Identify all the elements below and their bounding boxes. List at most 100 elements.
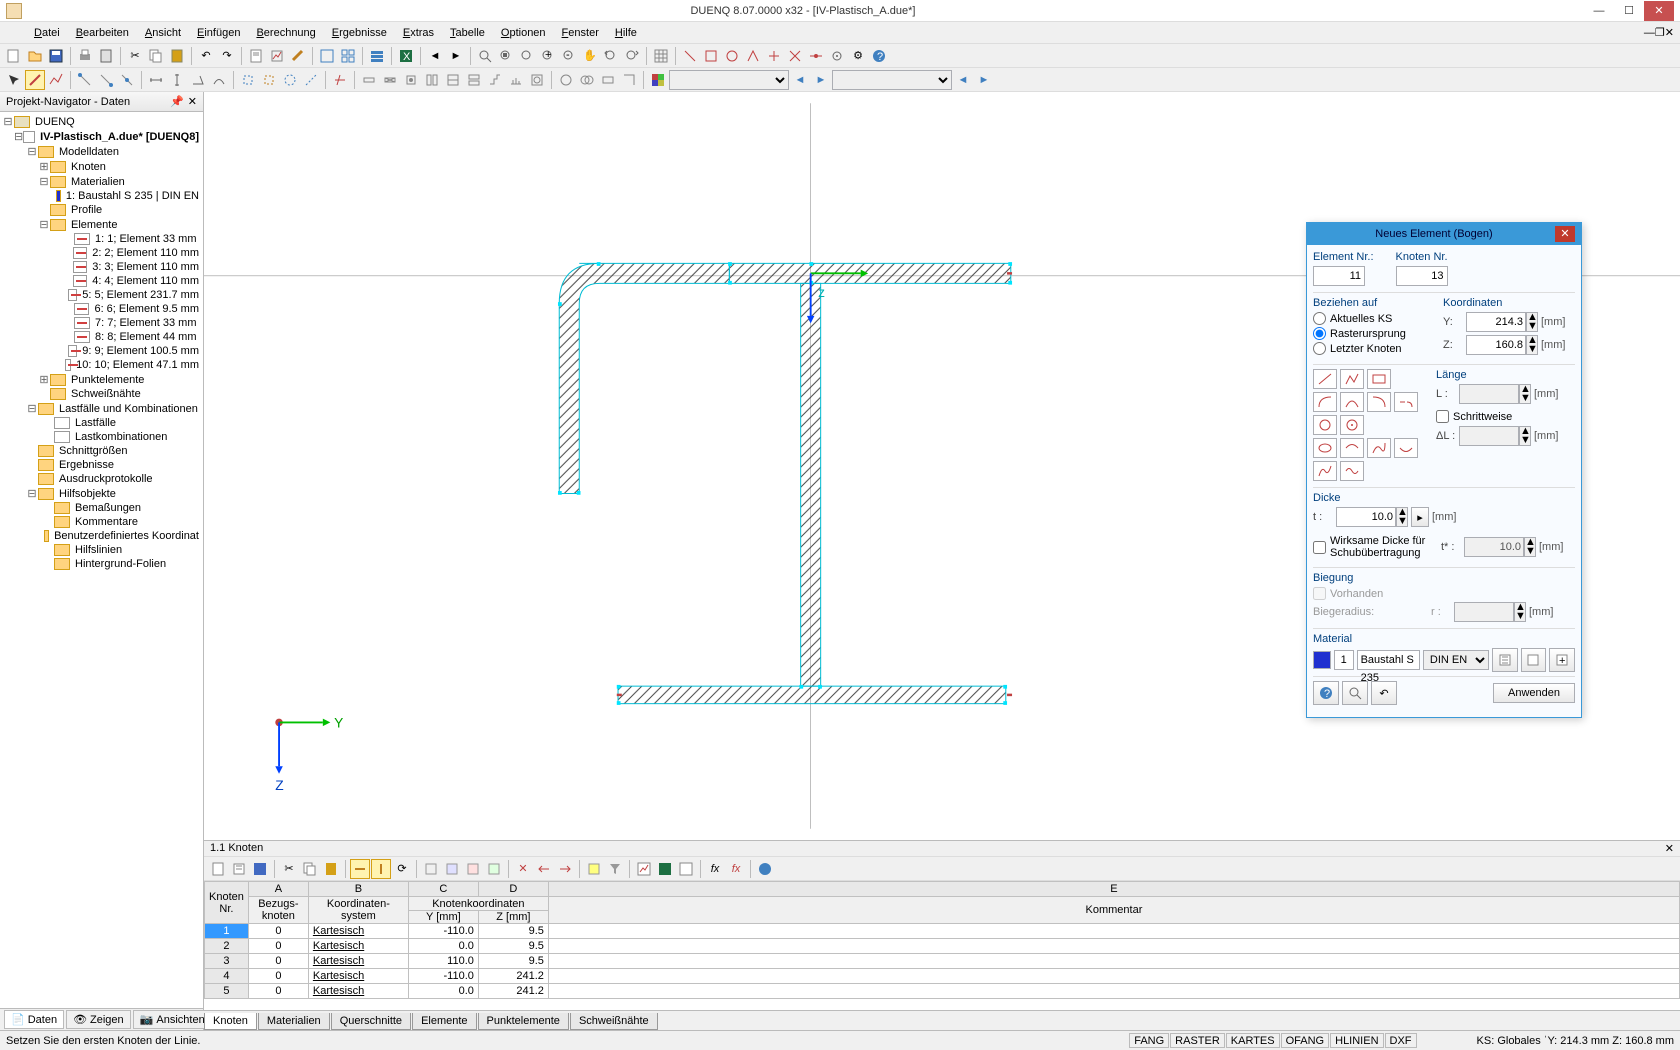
material-norm[interactable]: DIN EN 1993-	[1423, 650, 1489, 670]
tb2-dim3[interactable]	[188, 70, 208, 90]
tb-new[interactable]	[4, 46, 24, 66]
ig-rect[interactable]	[1367, 369, 1391, 389]
tb2-nav-prev2[interactable]: ◄	[953, 70, 973, 90]
tbl-refresh[interactable]: ⟳	[392, 859, 412, 879]
btn-mat-lib[interactable]	[1492, 648, 1518, 672]
ig-arc2[interactable]	[1340, 392, 1364, 412]
tree-mat1[interactable]: 1: Baustahl S 235 | DIN EN	[64, 190, 201, 202]
nav-tab-ansichten[interactable]: 📷Ansichten	[133, 1010, 212, 1029]
tb2-c2[interactable]	[577, 70, 597, 90]
ig-ell3[interactable]	[1367, 438, 1391, 458]
input-knoten-nr[interactable]	[1396, 266, 1448, 286]
tree-lastfaelle[interactable]: Lastfälle	[73, 417, 118, 429]
status-ofang[interactable]: OFANG	[1281, 1033, 1330, 1048]
minimize-button[interactable]: —	[1584, 1, 1614, 21]
tree-element-item[interactable]: 6: 6; Element 9.5 mm	[2, 302, 201, 316]
ig-arc4[interactable]	[1394, 392, 1418, 412]
tree-element-item[interactable]: 5: 5; Element 231.7 mm	[2, 288, 201, 302]
material-num[interactable]: 1	[1334, 650, 1354, 670]
tbl-copy[interactable]	[300, 859, 320, 879]
tree-hilfslinien[interactable]: Hilfslinien	[73, 544, 124, 556]
menu-bearbeiten[interactable]: Bearbeiten	[68, 25, 137, 41]
tb-n8[interactable]	[827, 46, 847, 66]
ig-line[interactable]	[1313, 369, 1337, 389]
tree-element-item[interactable]: 1: 1; Element 33 mm	[2, 232, 201, 246]
tb-excel[interactable]: X	[396, 46, 416, 66]
tb2-color[interactable]	[648, 70, 668, 90]
table-row[interactable]: 20Kartesisch0.09.5	[205, 939, 1680, 954]
tree-file[interactable]: IV-Plastisch_A.due* [DUENQ8]	[38, 131, 201, 143]
tb-zoom-in[interactable]: +	[538, 46, 558, 66]
tb2-o4[interactable]	[422, 70, 442, 90]
ig-arc1[interactable]	[1313, 392, 1337, 412]
tb-zoom-fit[interactable]	[496, 46, 516, 66]
tbl-paste[interactable]	[321, 859, 341, 879]
tree-lastkomb[interactable]: Lastkombinationen	[73, 431, 169, 443]
tb-save[interactable]	[46, 46, 66, 66]
menu-berechnung[interactable]: Berechnung	[248, 25, 323, 41]
btn-t-pick[interactable]: ▸	[1411, 507, 1429, 527]
tree-materialien[interactable]: Materialien	[69, 176, 127, 188]
table-row[interactable]: 50Kartesisch0.0241.2	[205, 984, 1680, 999]
table-row[interactable]: 10Kartesisch-110.09.5	[205, 924, 1680, 939]
tree-element-item[interactable]: 3: 3; Element 110 mm	[2, 260, 201, 274]
tab-querschnitte[interactable]: Querschnitte	[331, 1013, 411, 1030]
tb-print[interactable]	[75, 46, 95, 66]
tb-cut[interactable]: ✂	[125, 46, 145, 66]
tree-modelldaten[interactable]: Modelldaten	[57, 146, 121, 158]
status-hlinien[interactable]: HLINIEN	[1330, 1033, 1383, 1048]
navigator-tree[interactable]: ⊟DUENQ ⊟IV-Plastisch_A.due* [DUENQ8] ⊟Mo…	[0, 112, 203, 1008]
tb-layer[interactable]	[367, 46, 387, 66]
mdi-minimize[interactable]: —	[1644, 27, 1655, 39]
menu-ergebnisse[interactable]: Ergebnisse	[324, 25, 395, 41]
tab-materialien[interactable]: Materialien	[258, 1013, 330, 1030]
tb-n3[interactable]	[722, 46, 742, 66]
tb-paste[interactable]	[167, 46, 187, 66]
menu-datei[interactable]: Datei	[26, 25, 68, 41]
tree-bemassungen[interactable]: Bemaßungen	[73, 502, 143, 514]
tb2-o6[interactable]	[464, 70, 484, 90]
navigator-close-icon[interactable]: ✕	[188, 95, 197, 108]
menu-extras[interactable]: Extras	[395, 25, 442, 41]
menu-ansicht[interactable]: Ansicht	[137, 25, 189, 41]
tree-element-item[interactable]: 2: 2; Element 110 mm	[2, 246, 201, 260]
close-button[interactable]: ✕	[1644, 1, 1674, 21]
tbl-b3[interactable]	[463, 859, 483, 879]
tb-graph[interactable]	[267, 46, 287, 66]
ig-circ1[interactable]	[1313, 415, 1337, 435]
tb2-dim4[interactable]	[209, 70, 229, 90]
tb-prev-view[interactable]	[601, 46, 621, 66]
table-panel-close[interactable]: ✕	[1665, 842, 1674, 855]
tb-grid[interactable]	[651, 46, 671, 66]
tree-root[interactable]: DUENQ	[33, 116, 77, 128]
tb-n1[interactable]	[680, 46, 700, 66]
tbl-mode1[interactable]	[350, 859, 370, 879]
tb2-s4[interactable]	[301, 70, 321, 90]
tb-zoom-out[interactable]: -	[559, 46, 579, 66]
input-z[interactable]	[1466, 335, 1526, 355]
tb2-pline[interactable]	[46, 70, 66, 90]
tb-redo[interactable]: ↷	[217, 46, 237, 66]
dialog-close-button[interactable]: ✕	[1555, 226, 1575, 242]
tree-element-item[interactable]: 8: 8; Element 44 mm	[2, 330, 201, 344]
tbl-open[interactable]	[229, 859, 249, 879]
tb2-combo2[interactable]	[832, 70, 952, 90]
tree-punktelemente[interactable]: Punktelemente	[69, 374, 146, 386]
tbl-sel[interactable]	[584, 859, 604, 879]
tb-calc[interactable]	[96, 46, 116, 66]
tb2-edit1[interactable]	[75, 70, 95, 90]
table-row[interactable]: 30Kartesisch110.09.5	[205, 954, 1680, 969]
tb-copy[interactable]	[146, 46, 166, 66]
tb-search[interactable]	[475, 46, 495, 66]
status-raster[interactable]: RASTER	[1170, 1033, 1225, 1048]
mdi-restore[interactable]: ❐	[1655, 26, 1665, 39]
tbl-b2[interactable]	[442, 859, 462, 879]
tb-settings[interactable]: ⚙	[848, 46, 868, 66]
tb2-line[interactable]	[25, 70, 45, 90]
mdi-close[interactable]: ✕	[1665, 26, 1674, 39]
tb2-o5[interactable]	[443, 70, 463, 90]
tb2-o1[interactable]	[359, 70, 379, 90]
tb2-c3[interactable]	[598, 70, 618, 90]
input-element-nr[interactable]	[1313, 266, 1365, 286]
status-fang[interactable]: FANG	[1129, 1033, 1169, 1048]
